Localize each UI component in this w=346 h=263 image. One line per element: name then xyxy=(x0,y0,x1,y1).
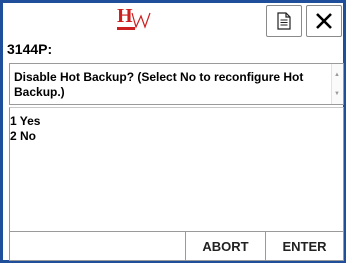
option-no[interactable]: 2 No xyxy=(10,129,36,143)
page-title: 3144P: xyxy=(7,41,53,57)
option-list: 1 Yes 2 No xyxy=(9,107,344,231)
scroll-down-icon[interactable]: ▼ xyxy=(334,91,340,97)
hw-logo: H xyxy=(117,5,153,41)
prompt-box: Disable Hot Backup? (Select No to reconf… xyxy=(9,63,344,105)
document-icon xyxy=(277,12,291,30)
app-window: H 3144P: Disable Hot Backup? (Select No … xyxy=(0,0,346,263)
scroll-up-icon[interactable]: ▲ xyxy=(334,72,340,78)
enter-button[interactable]: ENTER xyxy=(266,232,343,260)
abort-button[interactable]: ABORT xyxy=(185,232,266,260)
close-icon xyxy=(316,13,332,29)
logo-underline xyxy=(117,27,135,30)
prompt-scrollbar[interactable]: ▲ ▼ xyxy=(331,64,343,104)
prompt-text: Disable Hot Backup? (Select No to reconf… xyxy=(14,70,304,99)
option-yes[interactable]: 1 Yes xyxy=(10,114,40,128)
close-button[interactable] xyxy=(306,5,342,37)
document-button[interactable] xyxy=(266,5,302,37)
button-bar: ABORT ENTER xyxy=(9,231,344,261)
